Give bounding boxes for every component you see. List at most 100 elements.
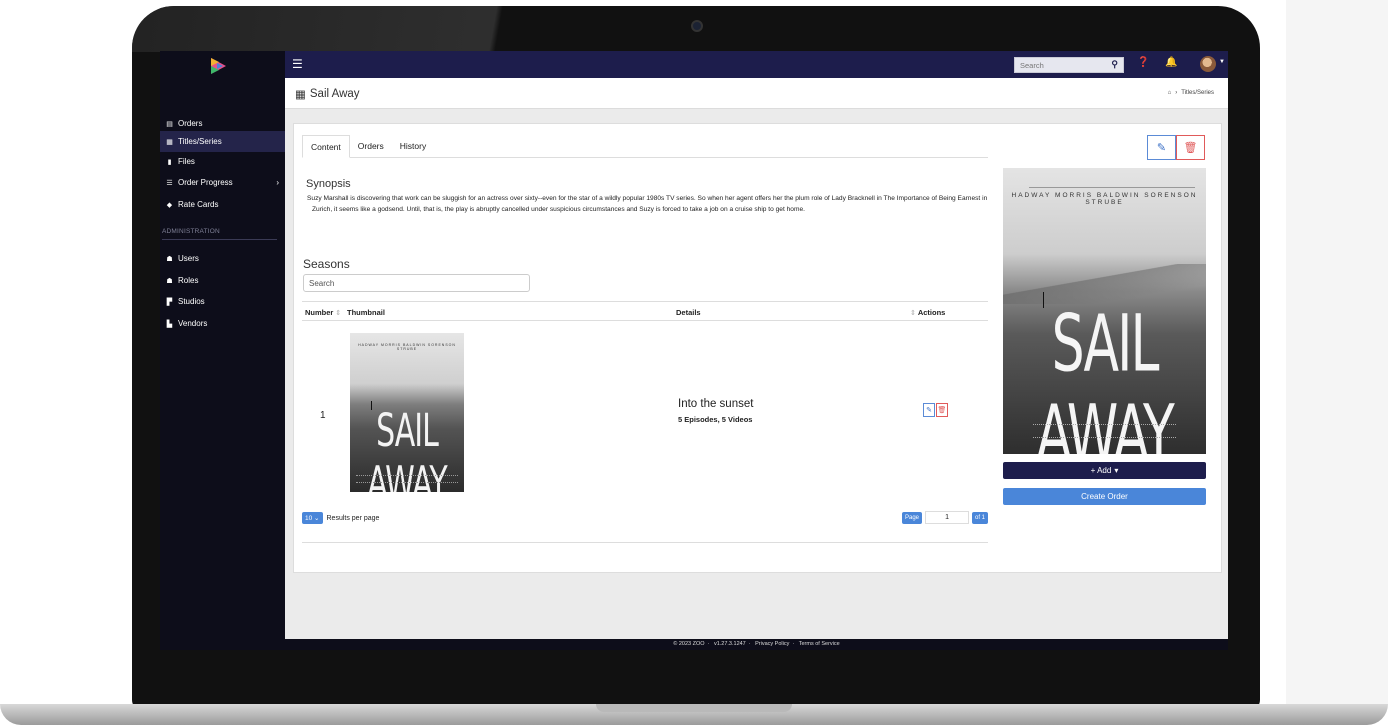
sidebar-item-files[interactable]: ▮ Files [160,151,285,172]
sidebar-item-label: Users [178,254,199,263]
footer-version: v1.27.3.1247 [713,641,746,647]
sidebar-item-label: Files [178,157,195,166]
search-input[interactable]: Search ⚲ [1014,57,1124,73]
chevron-down-icon[interactable]: ▼ [1219,59,1225,65]
lid-reflection [132,6,732,52]
sidebar-item-users[interactable]: ☗ Users [160,248,285,269]
poster-mountains [1003,264,1206,304]
avatar[interactable] [1200,56,1216,72]
sort-icon: ⇕ [910,310,918,317]
column-label: Actions [917,308,946,317]
terms-of-service-link[interactable]: Terms of Service [799,641,840,647]
per-page-select[interactable]: 10 ⌄ [302,512,323,524]
sort-icon: ⇕ [333,310,342,317]
camera-icon [691,20,703,32]
poster-rule [1029,187,1195,188]
poster-cast-names: HADWAY MORRIS BALDWIN SORENSON STRUBE [358,343,456,351]
topbar: ☰ Search ⚲ ❓ 🔔 ▼ [285,51,1228,78]
table-divider [302,542,988,543]
studio-icon: ▛ [166,298,173,306]
title-actions: ✎ 🗑 [1147,135,1205,160]
bell-icon[interactable]: 🔔 [1165,57,1177,68]
page-header: ▦ Sail Away ⌂ › Titles/Series [285,78,1228,109]
film-icon: ▦ [166,138,173,146]
menu-icon[interactable]: ☰ [292,57,303,71]
column-label: Number [305,308,334,317]
page-title-text: Sail Away [309,88,360,100]
sidebar-section-label: ADMINISTRATION [162,228,220,235]
season-thumbnail[interactable]: HADWAY MORRIS BALDWIN SORENSON STRUBE SA… [350,333,464,492]
column-number[interactable]: Number ⇕ [305,308,341,317]
poster-credits [1033,424,1176,438]
delete-season-button[interactable]: 🗑 [936,403,948,417]
trash-icon: 🗑 [1183,142,1198,154]
trash-icon: 🗑 [937,407,947,414]
sidebar-divider [162,239,277,240]
seasons-search-input[interactable]: Search [303,274,530,292]
season-number: 1 [320,410,326,421]
pagination: Page 1 of 1 [902,511,989,524]
sidebar-item-label: Roles [178,276,199,285]
title-poster: HADWAY MORRIS BALDWIN SORENSON STRUBE SA… [1003,168,1206,454]
sidebar-item-label: Titles/Series [178,137,222,146]
sidebar-item-label: Orders [178,119,203,128]
column-actions[interactable]: ⇕ Actions [910,308,945,317]
sidebar-item-label: Rate Cards [178,200,219,209]
sidebar-item-studios[interactable]: ▛ Studios [160,291,285,312]
tab-orders[interactable]: Orders [350,135,392,158]
search-icon[interactable]: ⚲ [1111,59,1118,70]
edit-season-button[interactable]: ✎ [923,403,935,417]
chevron-right-icon: › [276,178,279,187]
caret-down-icon: ▾ [1114,466,1119,475]
chevron-down-icon: ⌄ [314,515,320,522]
row-actions: ✎ 🗑 [923,403,948,417]
help-icon[interactable]: ❓ [1137,57,1149,68]
sidebar-item-vendors[interactable]: ▙ Vendors [160,313,285,334]
per-page-value: 10 [305,515,313,522]
delete-title-button[interactable]: 🗑 [1176,135,1205,160]
breadcrumb-separator-icon: › [1175,90,1178,96]
progress-icon: ☰ [166,179,173,187]
sidebar-item-rate-cards[interactable]: ◆ Rate Cards [160,194,285,215]
poster-cast-names: HADWAY MORRIS BALDWIN SORENSON STRUBE [1011,192,1198,206]
tab-content[interactable]: Content [302,135,350,158]
breadcrumb-item[interactable]: Titles/Series [1181,90,1214,96]
home-icon[interactable]: ⌂ [1168,90,1172,96]
add-button[interactable]: + Add ▾ [1003,462,1206,479]
content-card: Content Orders History ✎ 🗑 Synopsis Suzy… [293,123,1222,573]
column-thumbnail: Thumbnail [347,308,385,317]
brand-logo-icon[interactable] [208,56,228,76]
film-icon: ▦ [295,89,306,101]
app-screen: ▤ Orders ▦ Titles/Series ▮ Files ☰ Order… [160,51,1228,650]
seasons-heading: Seasons [303,257,350,271]
results-per-page: 10 ⌄ Results per page [302,512,379,524]
page-label: Page [902,511,923,524]
pencil-icon: ✎ [926,407,932,414]
roles-icon: ☗ [166,277,173,285]
search-placeholder: Search [1020,60,1044,70]
column-details: Details [676,308,701,317]
page-total: of 1 [972,511,989,524]
laptop-notch [596,704,792,712]
synopsis-heading: Synopsis [306,178,351,190]
seasons-table-header: Number ⇕ Thumbnail Details ⇕ Actions [302,301,988,321]
sidebar-item-order-progress[interactable]: ☰ Order Progress › [160,172,285,193]
tab-history[interactable]: History [392,135,434,158]
sidebar-item-label: Order Progress [178,178,233,187]
sidebar-item-roles[interactable]: ☗ Roles [160,270,285,291]
page-input[interactable]: 1 [925,511,970,524]
create-order-button[interactable]: Create Order [1003,488,1206,505]
per-page-label: Results per page [326,514,380,522]
breadcrumb: ⌂ › Titles/Series [1168,90,1214,96]
season-title[interactable]: Into the sunset [678,398,753,410]
sidebar-item-titles-series[interactable]: ▦ Titles/Series [160,131,285,152]
page-title: ▦ Sail Away [295,87,360,101]
sidebar-item-label: Vendors [178,319,208,328]
edit-title-button[interactable]: ✎ [1147,135,1176,160]
vendor-icon: ▙ [166,320,173,328]
synopsis-text: Suzy Marshall is discovering that work c… [307,195,988,213]
privacy-policy-link[interactable]: Privacy Policy [755,641,789,647]
tab-bar: Content Orders History [302,135,988,158]
sidebar: ▤ Orders ▦ Titles/Series ▮ Files ☰ Order… [160,51,285,650]
background-panel [1286,0,1388,704]
